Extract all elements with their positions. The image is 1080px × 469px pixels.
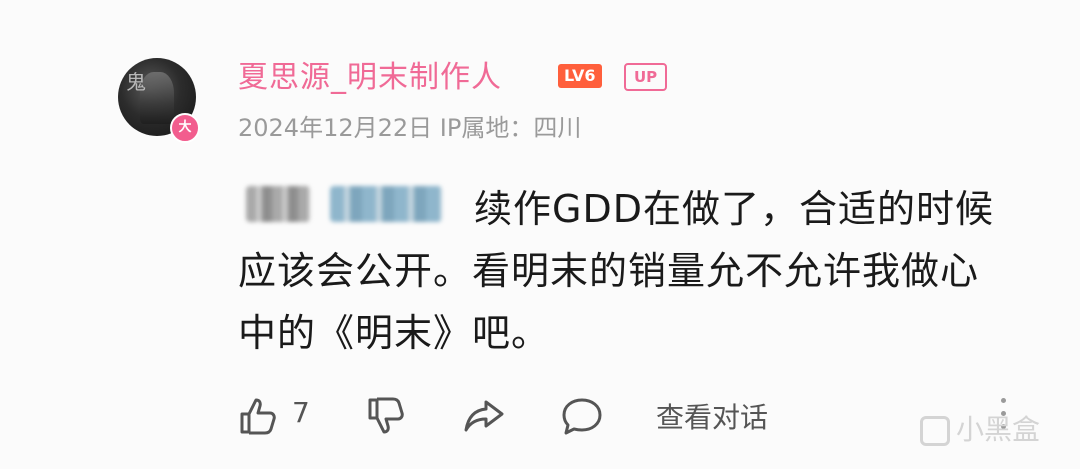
username[interactable]: 夏思源_明末制作人 <box>238 52 502 96</box>
comment-content: 续作GDD在做了，合适的时候 应该会公开。看明末的销量允不允许我做心 中的《明末… <box>238 178 1038 364</box>
comment-card: 鬼 大 夏思源_明末制作人 LV6 UP 2024年12月22日 IP属地：四川… <box>0 0 1080 469</box>
level-badge: LV6 <box>558 64 602 88</box>
comment-line-3: 中的《明末》吧。 <box>238 311 551 355</box>
thumbs-up-icon[interactable] <box>236 394 280 438</box>
watermark-logo-icon <box>920 416 950 446</box>
up-badge: UP <box>624 63 668 91</box>
avatar-glyph: 鬼 <box>126 70 146 94</box>
comment-line-2: 应该会公开。看明末的销量允不允许我做心 <box>238 249 980 293</box>
view-dialog-link[interactable]: 查看对话 <box>656 396 768 436</box>
avatar-vip-badge: 大 <box>170 113 200 143</box>
watermark-text: 小黑盒 <box>956 413 1041 446</box>
share-icon[interactable] <box>462 394 506 438</box>
comment-meta: 2024年12月22日 IP属地：四川 <box>238 114 582 142</box>
like-count: 7 <box>292 396 310 429</box>
comment-actions: 7 查看对话 <box>236 388 836 442</box>
thumbs-down-icon[interactable] <box>364 394 408 438</box>
comment-line-1: 续作GDD在做了，合适的时候 <box>474 187 994 231</box>
comment-bubble-icon[interactable] <box>560 394 604 438</box>
watermark: 小黑盒 <box>920 408 1040 448</box>
